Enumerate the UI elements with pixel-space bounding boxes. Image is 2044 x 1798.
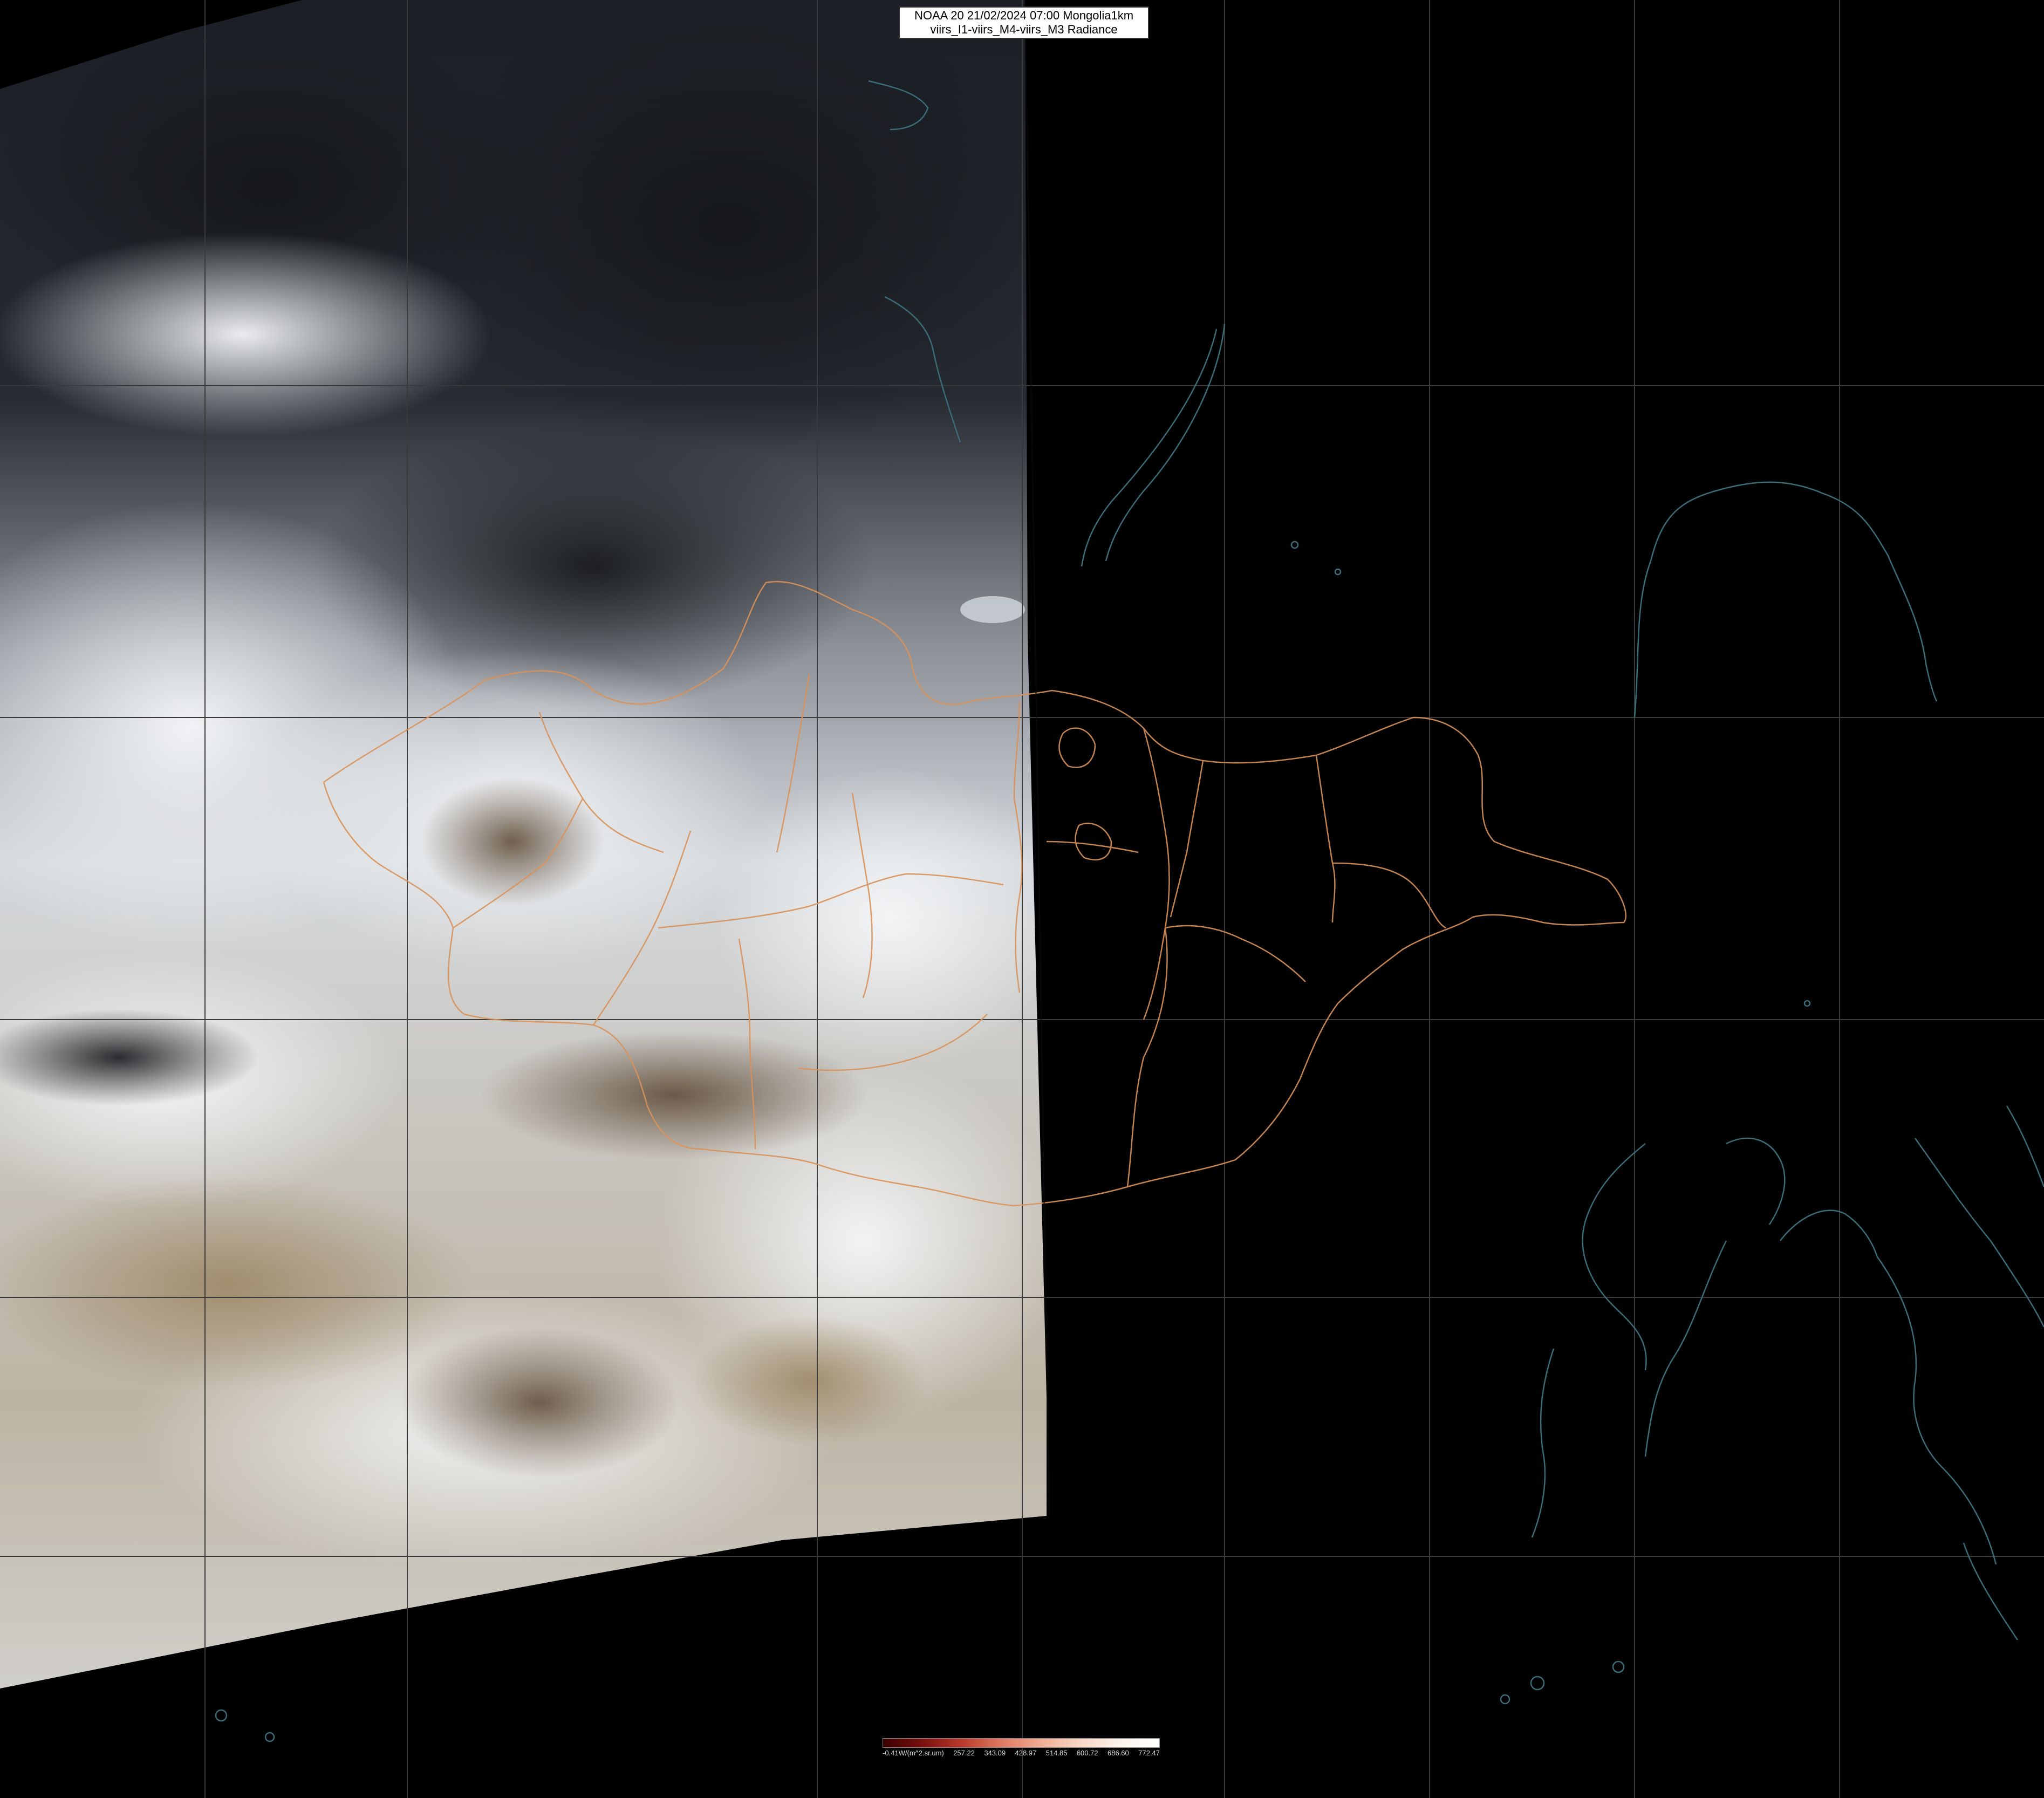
color-legend: -0.41W/(m^2.sr.um) 257.22 343.09 428.97 …	[883, 1738, 1160, 1770]
satellite-scene	[0, 0, 2044, 1798]
legend-tick: 772.47	[1138, 1749, 1160, 1757]
legend-tick: 686.60	[1108, 1749, 1129, 1757]
satellite-image-canvas: NOAA 20 21/02/2024 07:00 Mongolia1km vii…	[0, 0, 2044, 1798]
imagery-swath	[0, 0, 1047, 1688]
legend-tick: -0.41W/(m^2.sr.um)	[883, 1749, 944, 1757]
image-title: NOAA 20 21/02/2024 07:00 Mongolia1km vii…	[899, 6, 1149, 39]
legend-tick: 428.97	[1015, 1749, 1037, 1757]
legend-tick-labels: -0.41W/(m^2.sr.um) 257.22 343.09 428.97 …	[883, 1749, 1160, 1758]
legend-color-bar	[883, 1738, 1160, 1748]
legend-tick: 600.72	[1076, 1749, 1098, 1757]
title-bands-line: viirs_I1-viirs_M4-viirs_M3 Radiance	[930, 23, 1118, 36]
legend-tick: 343.09	[984, 1749, 1006, 1757]
legend-tick: 257.22	[953, 1749, 975, 1757]
title-satellite-line: NOAA 20 21/02/2024 07:00 Mongolia1km	[914, 9, 1134, 22]
legend-tick: 514.85	[1045, 1749, 1068, 1757]
